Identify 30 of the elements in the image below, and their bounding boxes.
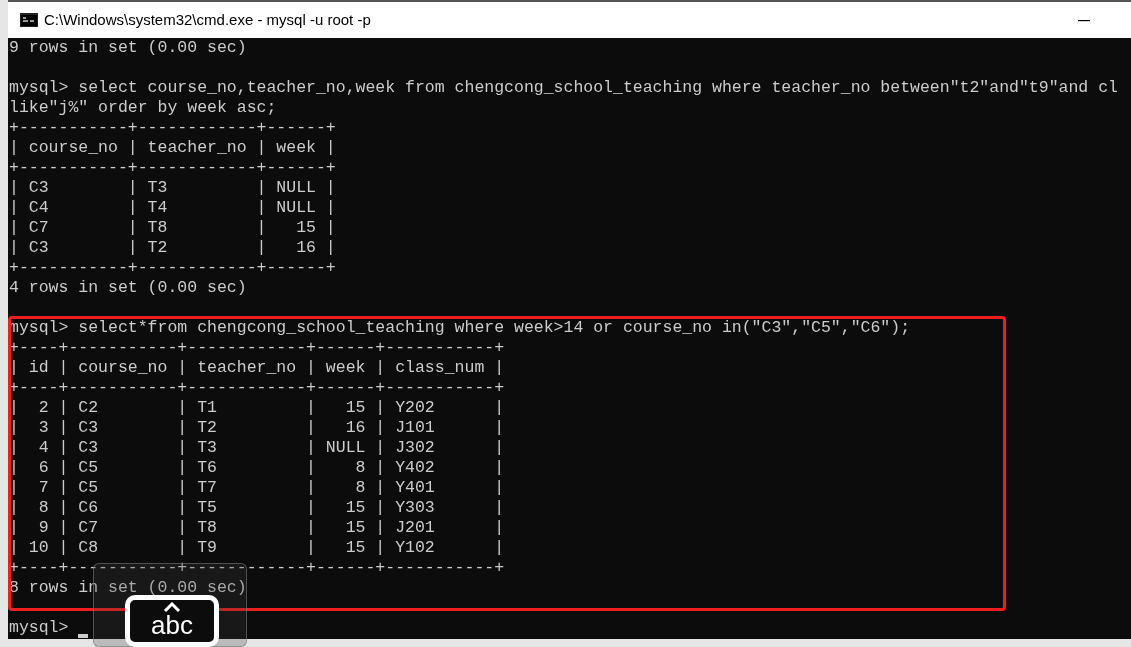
console-line: | C3 | T2 | 16 | <box>9 238 336 257</box>
console-line: +-----------+------------+------+ <box>9 258 336 277</box>
console-line: | id | course_no | teacher_no | week | class_num | <box>9 358 505 377</box>
console-line: | 4 | C3 | T3 | NULL | J302 | <box>9 438 505 457</box>
console-line: like"j%" order by week asc; <box>9 98 277 117</box>
input-mode-label: abc <box>151 612 193 638</box>
console-line: | C3 | T3 | NULL | <box>9 178 336 197</box>
console-line: | 6 | C5 | T6 | 8 | Y402 | <box>9 458 505 477</box>
console-line: +-----------+------------+------+ <box>9 158 336 177</box>
console-line: | C7 | T8 | 15 | <box>9 218 336 237</box>
console-line: | C4 | T4 | NULL | <box>9 198 336 217</box>
console-line: +----+-----------+------------+------+-----------+ <box>9 338 505 357</box>
console-line: | 2 | C2 | T1 | 15 | Y202 | <box>9 398 505 417</box>
minimize-icon <box>1078 19 1090 22</box>
console-line: +----+-----------+------------+------+-----------+ <box>9 378 505 397</box>
terminal-icon <box>20 13 38 27</box>
console-prompt: mysql> <box>9 618 69 637</box>
caret-up-icon <box>163 602 181 612</box>
console-line: mysql> select course_no,teacher_no,week from chengcong_school_teaching where teacher_no between"t2"and"t9"and cl <box>9 78 1118 97</box>
console-line: | course_no | teacher_no | week | <box>9 138 336 157</box>
console-line: | 10 | C8 | T9 | 15 | Y102 | <box>9 538 505 557</box>
console-line: | 8 | C6 | T5 | 15 | Y303 | <box>9 498 505 517</box>
console-line: | 3 | C3 | T2 | 16 | J101 | <box>9 418 505 437</box>
console-line: 9 rows in set (0.00 sec) <box>9 38 247 57</box>
window-title: C:\Windows\system32\cmd.exe - mysql -u root -p <box>44 9 371 30</box>
console-line: | 9 | C7 | T8 | 15 | J201 | <box>9 518 505 537</box>
console-line: | 7 | C5 | T7 | 8 | Y401 | <box>9 478 505 497</box>
console-line: 4 rows in set (0.00 sec) <box>9 278 247 297</box>
console-line: +-----------+------------+------+ <box>9 118 336 137</box>
console-line: +----+-----------+------------+------+-----------+ <box>9 558 505 577</box>
